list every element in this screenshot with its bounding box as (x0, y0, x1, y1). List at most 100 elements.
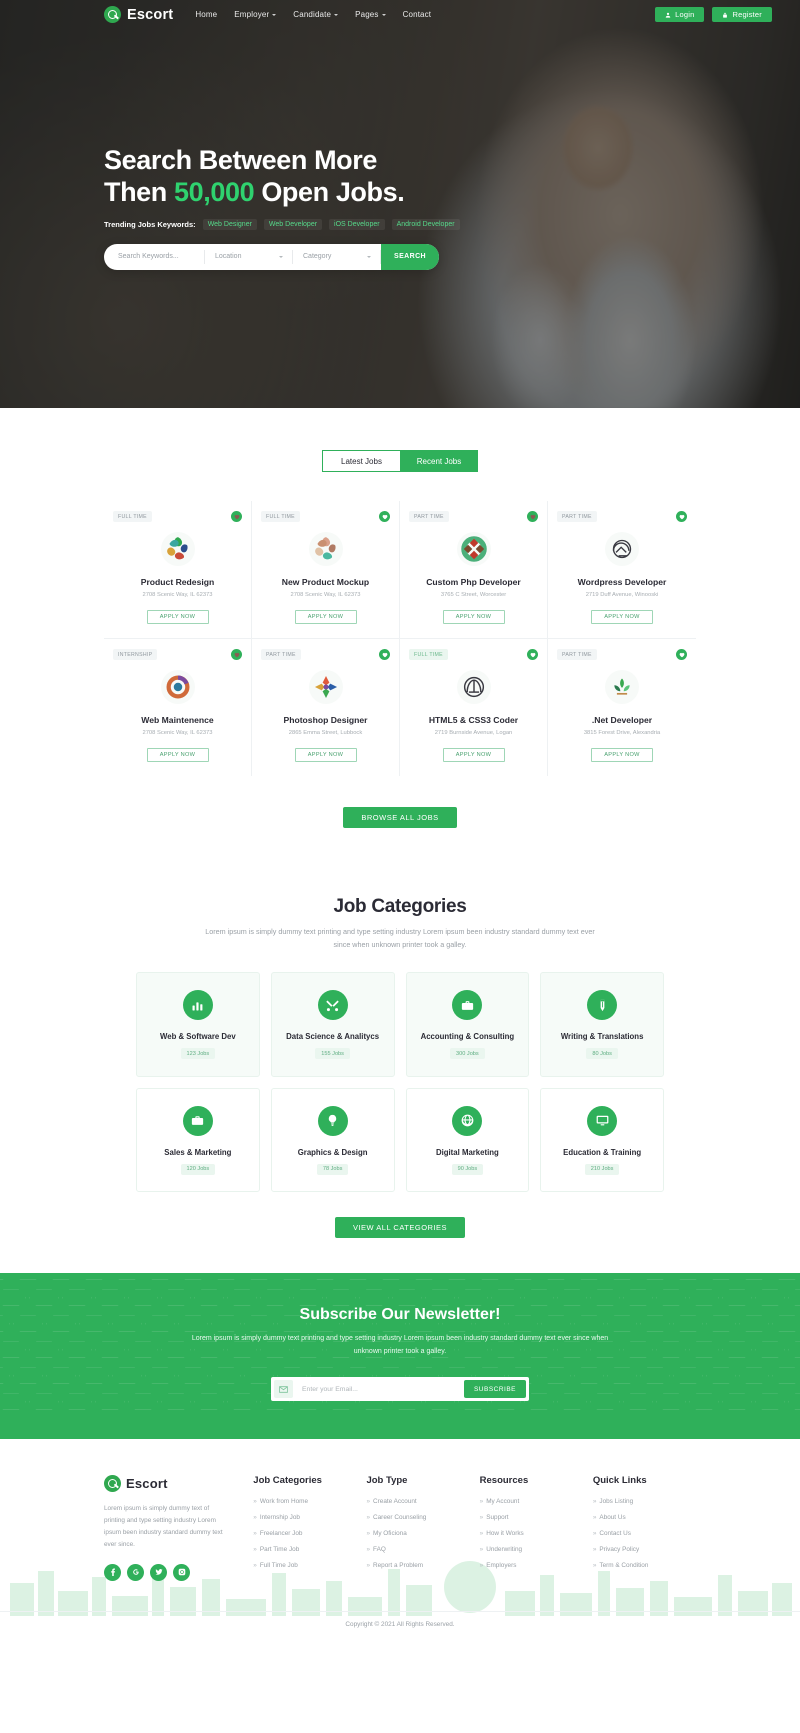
chevron-down-icon (381, 13, 386, 16)
favorite-heart-icon[interactable] (231, 511, 242, 522)
subscribe-button[interactable]: SUBSCRIBE (464, 1380, 526, 1399)
footer-link[interactable]: » My Oficiona (366, 1530, 469, 1537)
search-button[interactable]: SEARCH (381, 243, 439, 270)
footer-link[interactable]: » How it Works (480, 1530, 583, 1537)
tab-recent-jobs[interactable]: Recent Jobs (400, 450, 478, 472)
job-card[interactable]: INTERNSHIP Web Maintenence 2708 Scenic Way… (104, 639, 252, 776)
category-card[interactable]: Graphics & Design 78 Jobs (270, 1087, 395, 1193)
hexagon-shape (0, 1393, 26, 1411)
hexagon-shape (178, 1273, 208, 1281)
google-icon[interactable] (127, 1563, 144, 1581)
footer-link[interactable]: » Contact Us (593, 1530, 696, 1537)
footer-link[interactable]: » FAQ (366, 1546, 469, 1553)
footer-link[interactable]: » Employers (480, 1562, 583, 1569)
job-card[interactable]: PART TIME Custom Php Developer 3765 C Stre… (400, 501, 548, 639)
apply-now-button[interactable]: APPLY NOW (442, 748, 505, 762)
apply-now-button[interactable]: APPLY NOW (442, 610, 505, 624)
tab-latest-jobs[interactable]: Latest Jobs (322, 450, 400, 472)
nav-item-pages[interactable]: Pages (355, 10, 386, 19)
job-card[interactable]: PART TIME Photoshop Designer 2865 Emma Str… (252, 639, 400, 776)
newsletter-email-input[interactable]: Enter your Email... (293, 1386, 464, 1393)
trending-tag-ios-developer[interactable]: iOS Developer (329, 218, 385, 230)
apply-now-button[interactable]: APPLY NOW (294, 610, 357, 624)
hexagon-shape (29, 1341, 59, 1359)
apply-now-button[interactable]: APPLY NOW (146, 610, 209, 624)
category-card[interactable]: Digital Marketing 90 Jobs (405, 1087, 530, 1193)
view-all-categories-button[interactable]: VIEW ALL CATEGORIES (334, 1217, 466, 1239)
browse-all-jobs-button[interactable]: BROWSE ALL JOBS (343, 807, 457, 828)
favorite-heart-icon[interactable] (676, 511, 687, 522)
bulb-icon (317, 1105, 348, 1136)
footer-link[interactable]: » Full Time Job (253, 1562, 356, 1569)
job-card[interactable]: FULL TIME New Product Mockup 2708 Scenic W… (252, 501, 400, 639)
hexagon-shape (673, 1367, 703, 1385)
footer-link[interactable]: » Freelancer Job (253, 1530, 356, 1537)
trending-tag-web-developer[interactable]: Web Developer (263, 218, 323, 230)
favorite-heart-icon[interactable] (231, 649, 242, 660)
favorite-heart-icon[interactable] (527, 649, 538, 660)
apply-now-button[interactable]: APPLY NOW (294, 748, 357, 762)
footer-link[interactable]: » Term & Condition (593, 1562, 696, 1569)
category-card[interactable]: Web & Software Dev 123 Jobs (136, 972, 260, 1077)
footer-link[interactable]: » Underwriting (480, 1546, 583, 1553)
category-job-count: 210 Jobs (584, 1163, 620, 1175)
footer-link[interactable]: » Privacy Policy (593, 1546, 696, 1553)
job-card[interactable]: PART TIME .Net Developer 3815 Forest Drive… (548, 639, 696, 776)
hexagon-shape (673, 1273, 703, 1281)
category-job-count: 123 Jobs (180, 1048, 216, 1060)
chevron-right-icon: » (592, 1562, 597, 1570)
footer-link[interactable]: » Part Time Job (253, 1546, 356, 1553)
footer-link[interactable]: » Jobs Listing (593, 1498, 696, 1505)
location-select[interactable]: Location (205, 249, 293, 264)
nav-item-contact[interactable]: Contact (403, 10, 432, 19)
footer-link[interactable]: » Internship Job (253, 1514, 356, 1521)
register-button[interactable]: Register (712, 7, 772, 22)
hexagon-shape (722, 1341, 752, 1359)
category-select[interactable]: Category (293, 249, 381, 264)
footer-link-label: Internship Job (259, 1514, 300, 1522)
hexagon-shape (29, 1393, 59, 1411)
category-card[interactable]: Accounting & Consulting 300 Jobs (405, 972, 530, 1077)
twitter-icon[interactable] (150, 1563, 167, 1581)
nav-item-candidate[interactable]: Candidate (293, 10, 339, 19)
footer-link[interactable]: » Work from Home (253, 1498, 356, 1505)
facebook-icon[interactable] (104, 1563, 121, 1581)
hexagon-shape (310, 1273, 340, 1281)
footer-link[interactable]: » Career Counseling (366, 1514, 469, 1521)
hexagon-shape (557, 1289, 587, 1307)
favorite-heart-icon[interactable] (379, 511, 390, 522)
job-card[interactable]: FULL TIME HTML5 & CSS3 Coder 2719 Burnside… (400, 639, 548, 776)
apply-now-button[interactable]: APPLY NOW (591, 748, 653, 762)
footer-link[interactable]: » Support (480, 1514, 583, 1521)
newsletter-subtitle: Lorem ipsum is simply dummy text printin… (191, 1335, 609, 1355)
apply-now-button[interactable]: APPLY NOW (591, 610, 653, 624)
job-card[interactable]: PART TIME Wordpress Developer 2719 Duff Av… (548, 501, 696, 639)
trending-tag-android-developer[interactable]: Android Developer (391, 218, 460, 230)
nav-item-home[interactable]: Home (195, 10, 217, 19)
login-button[interactable]: Login (655, 7, 705, 22)
category-card[interactable]: Writing & Translations 80 Jobs (540, 972, 664, 1077)
job-card[interactable]: FULL TIME Product Redesign 2708 Scenic Way… (104, 501, 252, 639)
search-keywords-input[interactable]: Search Keywords... (104, 249, 205, 264)
hexagon-shape (62, 1341, 92, 1359)
hexagon-shape (772, 1367, 800, 1385)
favorite-heart-icon[interactable] (379, 649, 390, 660)
favorite-heart-icon[interactable] (676, 649, 687, 660)
browse-all-jobs-wrap: BROWSE ALL JOBS (0, 807, 800, 828)
category-job-count: 80 Jobs (586, 1048, 618, 1060)
footer-link[interactable]: » Report a Problem (366, 1562, 469, 1569)
category-card[interactable]: Education & Training 210 Jobs (540, 1087, 664, 1193)
hexagon-shape (95, 1341, 125, 1359)
brand-logo[interactable]: Escort (104, 6, 173, 23)
category-card[interactable]: Data Science & Analitycs 155 Jobs (270, 972, 395, 1077)
footer-link[interactable]: » My Account (480, 1498, 583, 1505)
favorite-heart-icon[interactable] (527, 511, 538, 522)
footer-link[interactable]: » Create Account (366, 1498, 469, 1505)
footer-logo[interactable]: Escort (104, 1475, 243, 1493)
instagram-icon[interactable] (173, 1563, 190, 1581)
category-card[interactable]: Sales & Marketing 120 Jobs (136, 1087, 260, 1193)
nav-item-employer[interactable]: Employer (234, 10, 277, 19)
trending-tag-web-designer[interactable]: Web Designer (202, 218, 257, 230)
apply-now-button[interactable]: APPLY NOW (146, 748, 209, 762)
footer-link[interactable]: » About Us (593, 1514, 696, 1521)
